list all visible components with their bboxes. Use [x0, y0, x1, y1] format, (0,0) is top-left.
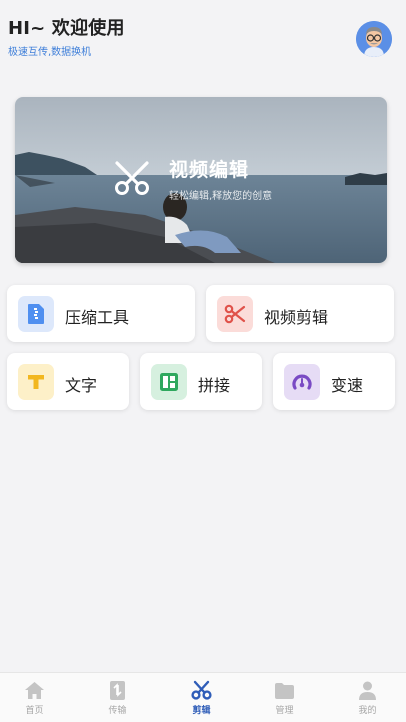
header: HI~ 欢迎使用 极速互传,数据换机 — [0, 0, 406, 70]
tool-speed[interactable]: 变速 — [273, 353, 395, 410]
tab-label: 管理 — [275, 706, 294, 716]
tab-label: 我的 — [358, 706, 377, 716]
zip-file-icon — [18, 296, 54, 332]
home-icon — [25, 682, 44, 699]
tab-manage[interactable]: 管理 — [244, 673, 325, 722]
banner-title: 视频编辑 — [169, 159, 250, 181]
tool-splice[interactable]: 拼接 — [140, 353, 262, 410]
user-icon — [359, 681, 376, 700]
avatar-image — [356, 21, 392, 57]
tool-label: 文字 — [65, 376, 98, 395]
tab-label: 剪辑 — [192, 706, 211, 716]
tool-label: 变速 — [331, 376, 364, 395]
transfer-icon — [110, 681, 125, 700]
scissors-icon — [217, 296, 253, 332]
tab-label: 传输 — [108, 706, 127, 716]
bottom-tab-bar: 首页 传输 剪辑 管理 我的 — [0, 672, 406, 722]
tool-label: 拼接 — [198, 376, 231, 395]
tab-edit[interactable]: 剪辑 — [161, 673, 242, 722]
tab-home[interactable]: 首页 — [0, 673, 75, 722]
avatar[interactable] — [356, 21, 392, 57]
scissors-icon — [191, 680, 212, 700]
text-t-icon — [18, 364, 54, 400]
video-edit-banner[interactable]: 视频编辑 轻松编辑,释放您的创意 — [15, 97, 387, 263]
scissors-icon — [115, 161, 149, 195]
greeting-subtitle: 极速互传,数据换机 — [8, 47, 92, 58]
banner-subtitle: 轻松编辑,释放您的创意 — [169, 191, 273, 202]
layout-icon — [151, 364, 187, 400]
tool-label: 压缩工具 — [65, 308, 130, 327]
greeting-title: HI~ 欢迎使用 — [8, 18, 125, 39]
tab-transfer[interactable]: 传输 — [77, 673, 158, 722]
speed-gauge-icon — [284, 364, 320, 400]
folder-icon — [275, 683, 294, 699]
tool-text[interactable]: 文字 — [7, 353, 129, 410]
tab-label: 首页 — [25, 706, 44, 716]
tool-compress[interactable]: 压缩工具 — [7, 285, 195, 342]
tool-label: 视频剪辑 — [264, 308, 329, 327]
tool-video-cut[interactable]: 视频剪辑 — [206, 285, 394, 342]
tab-profile[interactable]: 我的 — [327, 673, 406, 722]
